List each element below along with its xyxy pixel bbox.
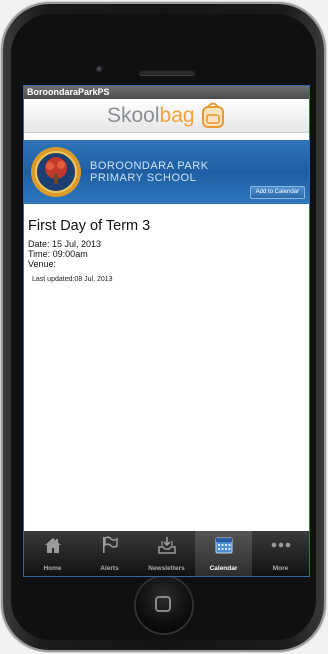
brand-name-part2: bag [159,104,195,127]
calendar-icon [214,535,234,560]
bottom-tab-bar: Home Alerts Newsletters Calendar More [24,531,309,576]
tab-alerts-label: Alerts [100,565,119,572]
school-crest-icon [30,146,82,203]
brand-logo: Skoolbag [107,104,195,127]
tab-newsletters[interactable]: Newsletters [138,531,195,576]
event-details: First Day of Term 3 Date: 15 Jul, 2013 T… [24,204,309,283]
tab-calendar-label: Calendar [209,565,238,572]
tab-more[interactable]: More [252,531,309,576]
last-updated: Last updated:08 Jul, 2013 [32,276,113,283]
tab-more-label: More [272,565,289,572]
inbox-download-icon [157,535,177,560]
tab-calendar[interactable]: Calendar [195,531,252,576]
school-banner: BOROONDARA PARK PRIMARY SCHOOL Add to Ca… [24,140,309,204]
school-name-line2: PRIMARY SCHOOL [90,172,197,184]
tab-newsletters-label: Newsletters [148,565,185,572]
event-venue: Venue: [28,259,57,269]
flag-icon [100,535,120,560]
home-button[interactable] [136,577,192,633]
front-camera [96,66,103,73]
tab-home-label: Home [43,565,62,572]
more-dots-icon [270,535,292,560]
school-name: BOROONDARA PARK PRIMARY SCHOOL [90,160,209,184]
earpiece-speaker [139,69,195,75]
event-title: First Day of Term 3 [28,218,151,234]
tab-alerts[interactable]: Alerts [81,531,138,576]
app-screen: BoroondaraParkPS Skoolbag BOROONDARA PAR… [23,85,310,577]
event-date: Date: 15 Jul, 2013 [28,239,102,249]
school-name-line1: BOROONDARA PARK [90,160,209,172]
backpack-icon [200,101,226,134]
add-to-calendar-button[interactable]: Add to Calendar [249,186,305,199]
brand-header: Skoolbag [24,99,309,133]
tab-home[interactable]: Home [24,531,81,576]
app-title-bar: BoroondaraParkPS [24,86,309,99]
event-time: Time: 09:00am [28,249,88,259]
home-icon [43,535,63,560]
brand-name-part1: Skool [106,104,160,127]
